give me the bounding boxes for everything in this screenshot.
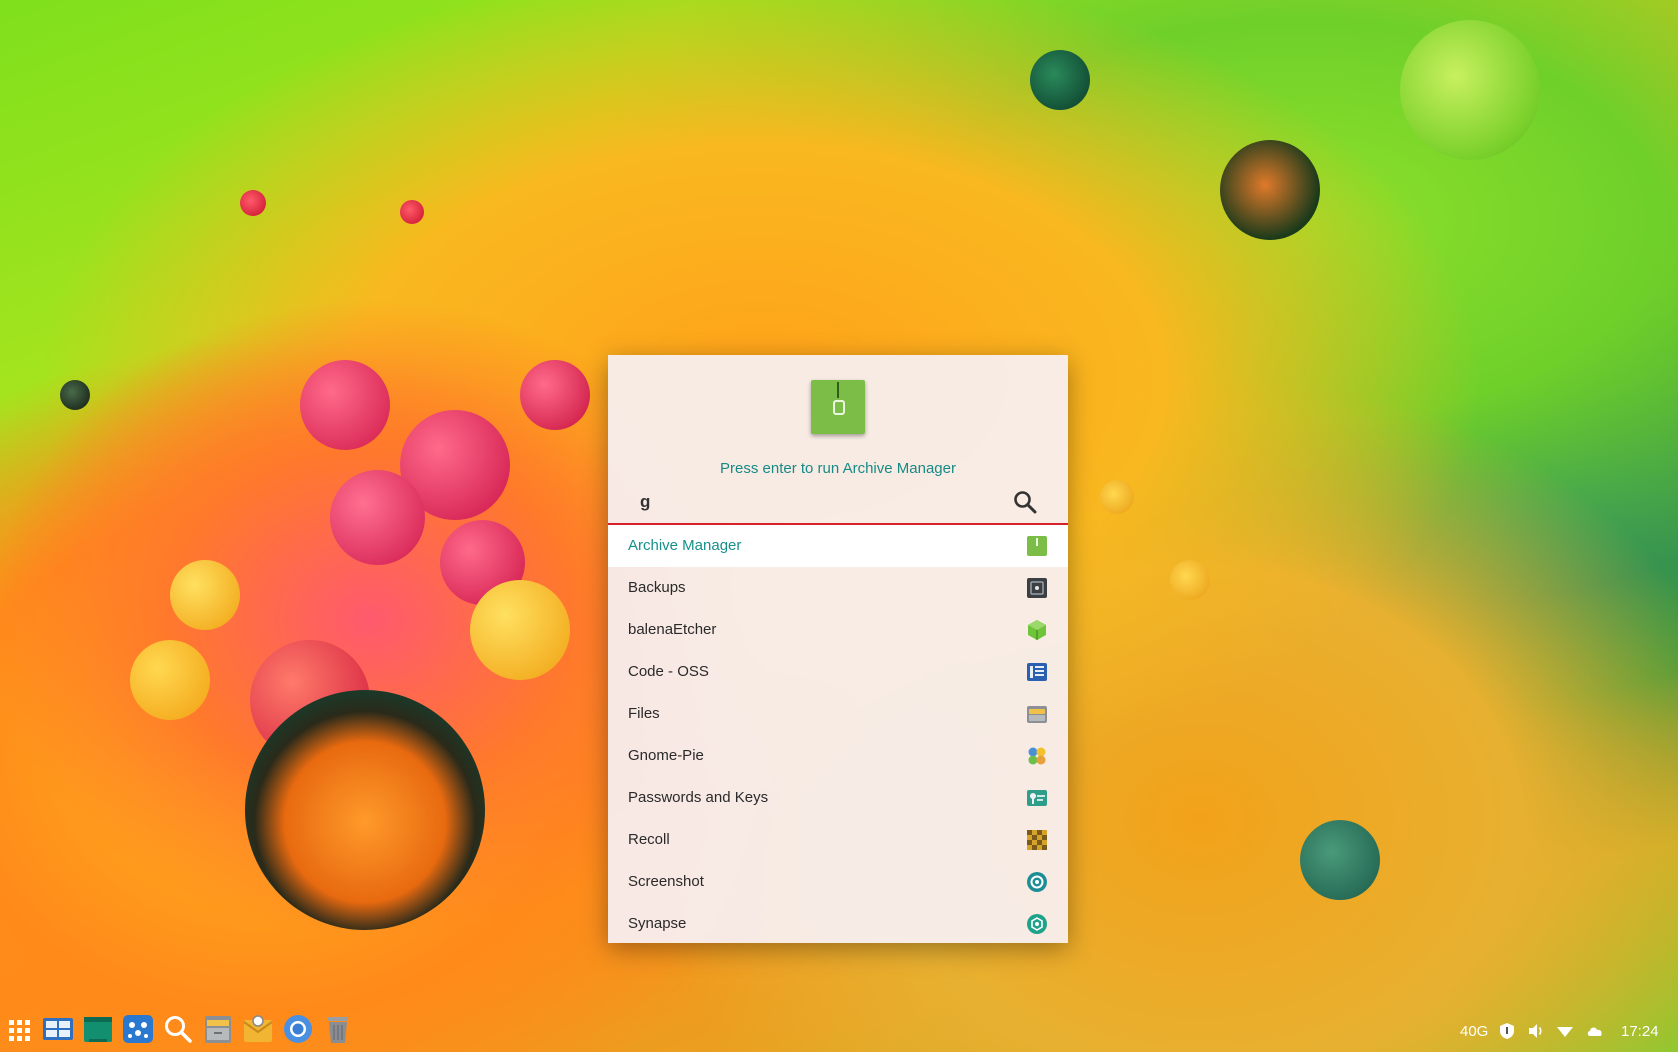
search-icon[interactable] <box>1012 489 1038 515</box>
trash-icon[interactable] <box>321 1012 355 1046</box>
terminal-icon[interactable] <box>81 1012 115 1046</box>
passwords-keys-icon <box>1027 790 1047 806</box>
result-item-synapse[interactable]: Synapse <box>608 903 1068 945</box>
result-item-balena-etcher[interactable]: balenaEtcher <box>608 609 1068 651</box>
code-oss-icon <box>1027 663 1047 681</box>
result-item-gnome-pie[interactable]: Gnome-Pie <box>608 735 1068 777</box>
taskbar: 40G 17:24 <box>0 1007 1678 1052</box>
result-label: Recoll <box>628 831 670 848</box>
wallpaper-bubble <box>1300 820 1380 900</box>
wallpaper-bubble <box>245 690 485 930</box>
result-item-archive-manager[interactable]: Archive Manager <box>608 525 1068 567</box>
balena-etcher-icon <box>1028 620 1046 640</box>
result-label: Files <box>628 705 660 722</box>
search-icon[interactable] <box>161 1012 195 1046</box>
volume-icon[interactable] <box>1526 1021 1546 1041</box>
result-label: Passwords and Keys <box>628 789 769 806</box>
result-item-files[interactable]: Files <box>608 693 1068 735</box>
wallpaper-bubble <box>400 200 424 224</box>
wallpaper-bubble <box>1100 480 1134 514</box>
shield-icon[interactable] <box>1497 1021 1517 1041</box>
storage-indicator[interactable]: 40G <box>1460 1023 1488 1040</box>
wallpaper-bubble <box>130 640 210 720</box>
zipper-tag-shape <box>833 400 845 415</box>
wallpaper-bubble <box>470 580 570 680</box>
result-label: Archive Manager <box>628 537 742 554</box>
archive-manager-icon <box>1027 536 1047 556</box>
backups-icon <box>1027 578 1047 598</box>
wallpaper-bubble <box>1030 50 1090 110</box>
result-label: Screenshot <box>628 873 704 890</box>
result-item-code-oss[interactable]: Code - OSS <box>608 651 1068 693</box>
result-label: Synapse <box>628 915 687 932</box>
result-item-passwords-and-keys[interactable]: Passwords and Keys <box>608 777 1068 819</box>
wallpaper-bubble <box>1170 560 1210 600</box>
wallpaper-bubble <box>1400 20 1540 160</box>
app-grid-icon[interactable] <box>3 1012 37 1046</box>
result-item-backups[interactable]: Backups <box>608 567 1068 609</box>
results-list: Archive Manager Backups balenaEtcher Cod… <box>608 525 1068 945</box>
result-label: Gnome-Pie <box>628 747 704 764</box>
wallpaper-bubble <box>60 380 90 410</box>
launch-hint: Press enter to run Archive Manager <box>720 460 956 477</box>
wallpaper-bubble <box>240 190 266 216</box>
synapse-icon <box>1027 914 1047 934</box>
cloud-icon[interactable] <box>1585 1021 1605 1041</box>
wallpaper-bubble <box>520 360 590 430</box>
app-launcher: Press enter to run Archive Manager Archi… <box>608 355 1068 943</box>
wifi-icon[interactable] <box>1555 1021 1575 1041</box>
mail-icon[interactable] <box>241 1012 275 1046</box>
search-row <box>608 481 1068 525</box>
zipper-shape <box>837 382 839 398</box>
recoll-icon <box>1027 830 1047 850</box>
result-label: Code - OSS <box>628 663 709 680</box>
chromium-icon[interactable] <box>281 1012 315 1046</box>
archive-manager-preview-icon <box>811 380 865 434</box>
wallpaper-bubble <box>300 360 390 450</box>
screenshot-icon <box>1027 872 1047 892</box>
wallpaper-bubble <box>1220 140 1320 240</box>
workspaces-icon[interactable] <box>41 1012 75 1046</box>
result-label: Backups <box>628 579 686 596</box>
search-input[interactable] <box>638 489 1002 515</box>
gnome-pie-icon <box>1028 747 1046 765</box>
clock[interactable]: 17:24 <box>1621 1023 1659 1040</box>
wallpaper-bubble <box>330 470 425 565</box>
dock-icon[interactable] <box>121 1012 155 1046</box>
result-item-recoll[interactable]: Recoll <box>608 819 1068 861</box>
result-item-screenshot[interactable]: Screenshot <box>608 861 1068 903</box>
files-icon <box>1027 706 1047 723</box>
result-label: balenaEtcher <box>628 621 717 638</box>
wallpaper-bubble <box>170 560 240 630</box>
files-icon[interactable] <box>201 1012 235 1046</box>
